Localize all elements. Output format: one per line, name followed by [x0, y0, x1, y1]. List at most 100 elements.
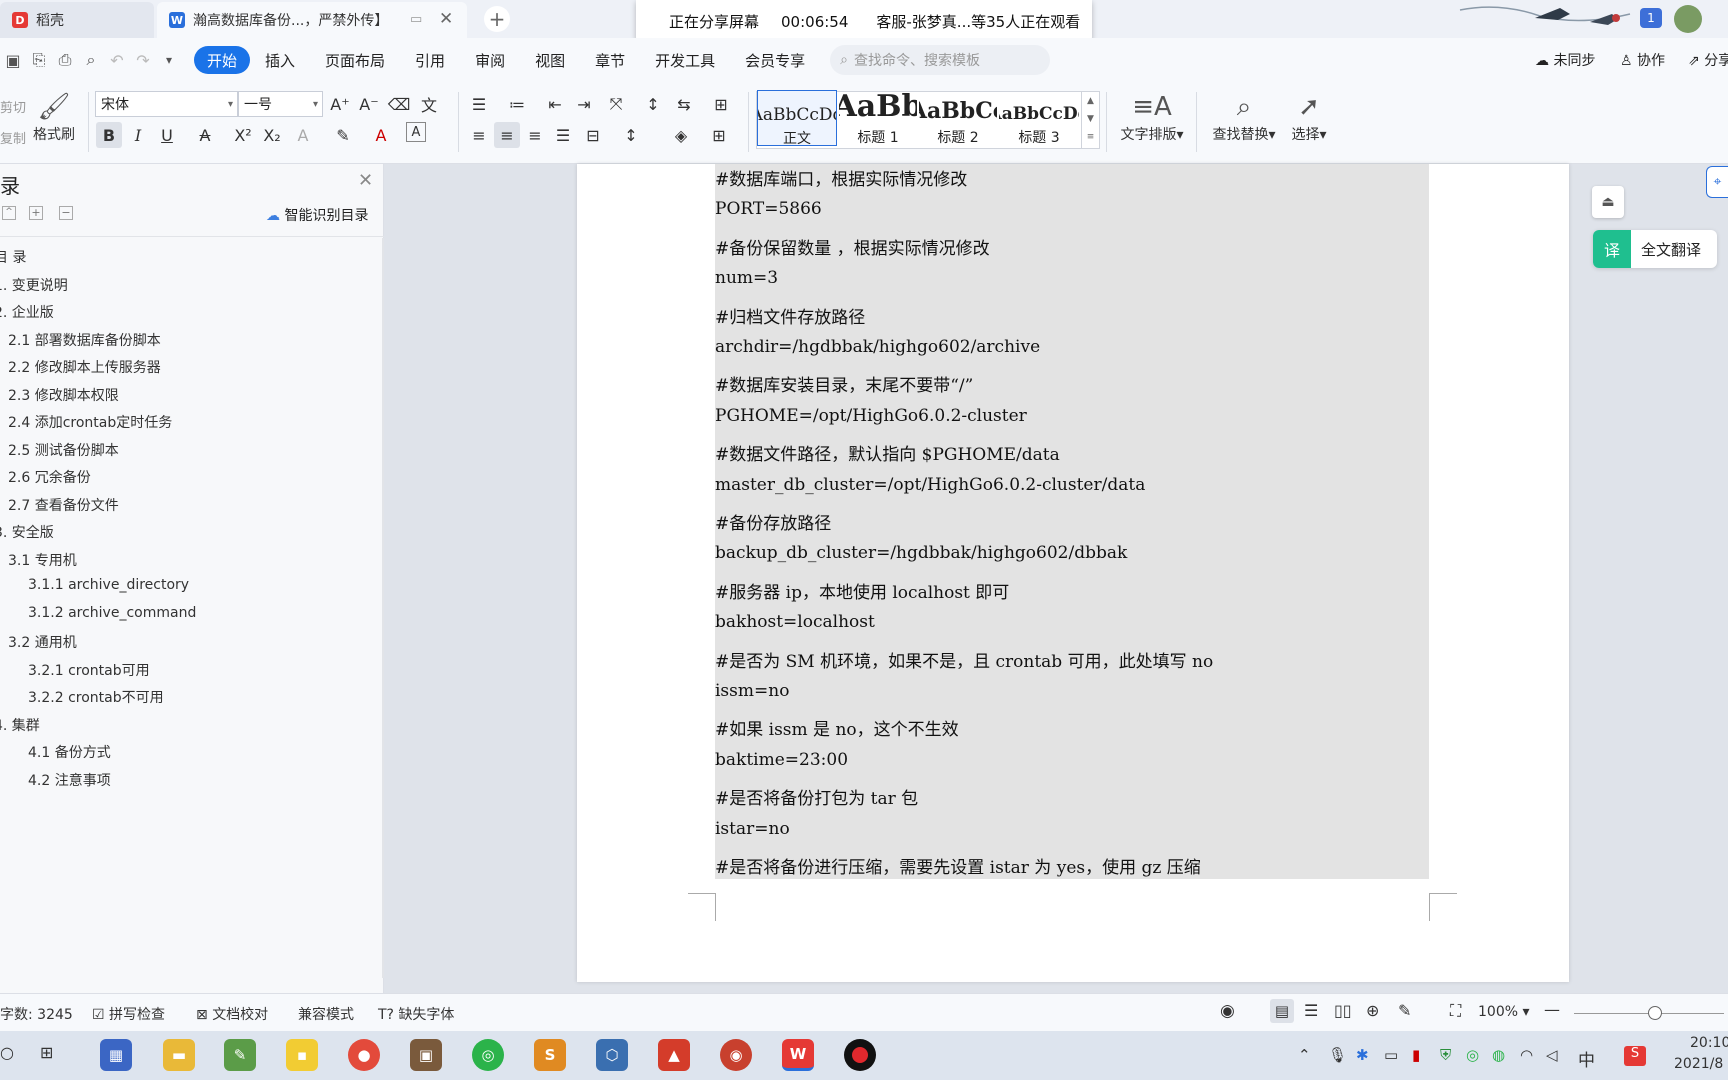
- select-button[interactable]: ➚ 选择▾: [1284, 90, 1334, 144]
- menu-developer[interactable]: 开发工具: [640, 46, 730, 74]
- document-line[interactable]: #数据文件路径，默认指向 $PGHOME/data: [715, 440, 1060, 465]
- volume-icon[interactable]: ◁: [1546, 1046, 1558, 1064]
- style-heading-2[interactable]: AaBbCc 标题 2: [919, 90, 997, 146]
- style-gallery-scroll[interactable]: ▲ ▼ ≡: [1081, 92, 1099, 148]
- numbered-list-icon[interactable]: ≔: [504, 91, 530, 117]
- wps-office-icon[interactable]: W: [782, 1039, 814, 1071]
- menu-review[interactable]: 审阅: [460, 46, 520, 74]
- collaborate-button[interactable]: ♙ 协作: [1620, 50, 1665, 70]
- avatar[interactable]: [1674, 5, 1702, 33]
- document-line[interactable]: #归档文件存放路径: [715, 303, 865, 328]
- remote-app-icon[interactable]: ▲: [658, 1039, 690, 1071]
- calculator-icon[interactable]: ▦: [100, 1039, 132, 1071]
- wechat-icon[interactable]: ◎: [472, 1039, 504, 1071]
- font-name-select[interactable]: 宋体 ▾: [95, 91, 238, 117]
- eye-protection-icon[interactable]: ◉: [1220, 1001, 1235, 1021]
- sort-icon[interactable]: ↕: [640, 91, 666, 117]
- outline-view-icon[interactable]: ☰: [1304, 1001, 1318, 1020]
- microphone-icon[interactable]: 🎙: [1328, 1046, 1347, 1064]
- toc-item[interactable]: 2.3 修改脚本权限: [8, 385, 119, 405]
- copy-button[interactable]: 复制: [0, 128, 26, 147]
- style-heading-1[interactable]: AaBb 标题 1: [839, 90, 917, 146]
- clock-time[interactable]: 20:10: [1690, 1035, 1728, 1051]
- share-button[interactable]: ⇗ 分享: [1688, 50, 1728, 70]
- location-pin-icon[interactable]: ⌖: [1706, 166, 1728, 198]
- redo-icon[interactable]: ↷: [130, 47, 156, 73]
- phonetic-guide-icon[interactable]: 文: [416, 91, 442, 117]
- document-line[interactable]: #数据库安装目录，末尾不要带“/”: [715, 371, 973, 396]
- tab-document[interactable]: W 瀚高数据库备份...，严禁外传】 ▭ ✕: [157, 2, 467, 38]
- document-line[interactable]: #服务器 ip，本地使用 localhost 即可: [715, 578, 1009, 603]
- cut-button[interactable]: 剪切: [0, 97, 26, 116]
- toc-item[interactable]: 3. 安全版: [0, 522, 54, 542]
- toc-item[interactable]: 4. 集群: [0, 715, 40, 735]
- record-icon[interactable]: [844, 1039, 876, 1071]
- task-view-icon[interactable]: ⊞: [40, 1043, 53, 1062]
- sticky-notes-icon[interactable]: ▪: [286, 1039, 318, 1071]
- customize-toolbar-icon[interactable]: ▾: [156, 47, 182, 73]
- document-line[interactable]: #是否将备份进行压缩，需要先设置 istar 为 yes，使用 gz 压缩: [715, 853, 1201, 878]
- smart-toc-button[interactable]: ☁ 智能识别目录: [266, 205, 368, 225]
- align-center-icon[interactable]: ≡: [494, 122, 520, 148]
- bold-icon[interactable]: B: [96, 122, 122, 148]
- chinese-layout-icon[interactable]: ⤧: [603, 91, 629, 117]
- ime-indicator[interactable]: 中: [1578, 1046, 1595, 1071]
- wifi-icon[interactable]: ◠: [1520, 1046, 1533, 1064]
- highlight-icon[interactable]: ✎: [330, 122, 356, 148]
- clear-format-icon[interactable]: ⌫: [386, 91, 412, 117]
- page-view-icon[interactable]: ▤: [1270, 999, 1294, 1023]
- output-icon[interactable]: ⎘: [26, 47, 52, 73]
- borders-icon[interactable]: ⊞: [706, 122, 732, 148]
- menu-insert[interactable]: 插入: [250, 46, 310, 74]
- toc-item[interactable]: 4.1 备份方式: [28, 742, 111, 762]
- file-explorer-icon[interactable]: ▬: [163, 1039, 195, 1071]
- tray-chat-icon[interactable]: ◍: [1492, 1046, 1505, 1064]
- swirl-app-icon[interactable]: ◉: [720, 1039, 752, 1071]
- font-color-icon[interactable]: A: [368, 122, 394, 148]
- subscript-icon[interactable]: X₂: [259, 122, 285, 148]
- menu-view[interactable]: 视图: [520, 46, 580, 74]
- document-line[interactable]: #备份保留数量 ，根据实际情况修改: [715, 234, 990, 259]
- toc-item[interactable]: 2.4 添加crontab定时任务: [8, 412, 172, 432]
- sogou-input-icon[interactable]: S: [1624, 1046, 1646, 1066]
- web-view-icon[interactable]: ⊕: [1366, 1001, 1379, 1020]
- document-line[interactable]: master_db_cluster=/opt/HighGo6.0.2-clust…: [715, 475, 1145, 495]
- sync-status[interactable]: ☁ 未同步: [1535, 50, 1595, 70]
- zoom-slider-thumb[interactable]: [1648, 1006, 1662, 1020]
- font-size-select[interactable]: 一号 ▾: [238, 91, 323, 117]
- full-translate-button[interactable]: 译 全文翻译: [1593, 230, 1717, 268]
- document-line[interactable]: #如果 issm 是 no，这个不生效: [715, 715, 959, 740]
- align-left-icon[interactable]: ≡: [466, 122, 492, 148]
- document-line[interactable]: num=3: [715, 268, 778, 288]
- menu-section[interactable]: 章节: [580, 46, 640, 74]
- battery-icon[interactable]: ▭: [1384, 1046, 1398, 1064]
- document-line[interactable]: backup_db_cluster=/hgdbbak/highgo602/dbb…: [715, 543, 1127, 563]
- image-editor-icon[interactable]: ✎: [224, 1039, 256, 1071]
- write-mode-icon[interactable]: ✎: [1398, 1001, 1411, 1020]
- toc-item[interactable]: 3.2.1 crontab可用: [28, 660, 150, 680]
- align-right-icon[interactable]: ≡: [522, 122, 548, 148]
- grow-font-icon[interactable]: A⁺: [327, 91, 353, 117]
- zoom-out-icon[interactable]: —: [1544, 1000, 1560, 1019]
- collapse-all-icon[interactable]: ^: [2, 206, 16, 220]
- document-line[interactable]: #数据库端口，根据实际情况修改: [715, 165, 967, 190]
- style-normal[interactable]: AaBbCcDd 正文: [757, 90, 837, 147]
- toc-item[interactable]: 2.2 修改脚本上传服务器: [8, 357, 161, 377]
- float-window-icon[interactable]: ▭: [410, 12, 422, 27]
- word-count[interactable]: 字数: 3245: [0, 1004, 73, 1024]
- document-line[interactable]: PORT=5866: [715, 199, 822, 219]
- tray-app-icon[interactable]: ▮: [1412, 1046, 1420, 1064]
- toc-item[interactable]: 3.1.2 archive_command: [28, 605, 196, 621]
- text-layout-button[interactable]: ≡A 文字排版▾: [1116, 90, 1188, 144]
- scrollbar-track[interactable]: [382, 238, 384, 978]
- document-line[interactable]: issm=no: [715, 681, 789, 701]
- toc-item[interactable]: 1. 变更说明: [0, 275, 68, 295]
- text-effect-icon[interactable]: A: [290, 122, 316, 148]
- italic-icon[interactable]: I: [125, 122, 151, 148]
- fit-page-icon[interactable]: ⛶: [1450, 1001, 1461, 1021]
- shrink-font-icon[interactable]: A⁻: [356, 91, 382, 117]
- notification-badge[interactable]: 1: [1640, 8, 1662, 28]
- close-tab-icon[interactable]: ✕: [439, 9, 453, 29]
- toc-item[interactable]: 2.5 测试备份脚本: [8, 440, 119, 460]
- menu-page-layout[interactable]: 页面布局: [310, 46, 400, 74]
